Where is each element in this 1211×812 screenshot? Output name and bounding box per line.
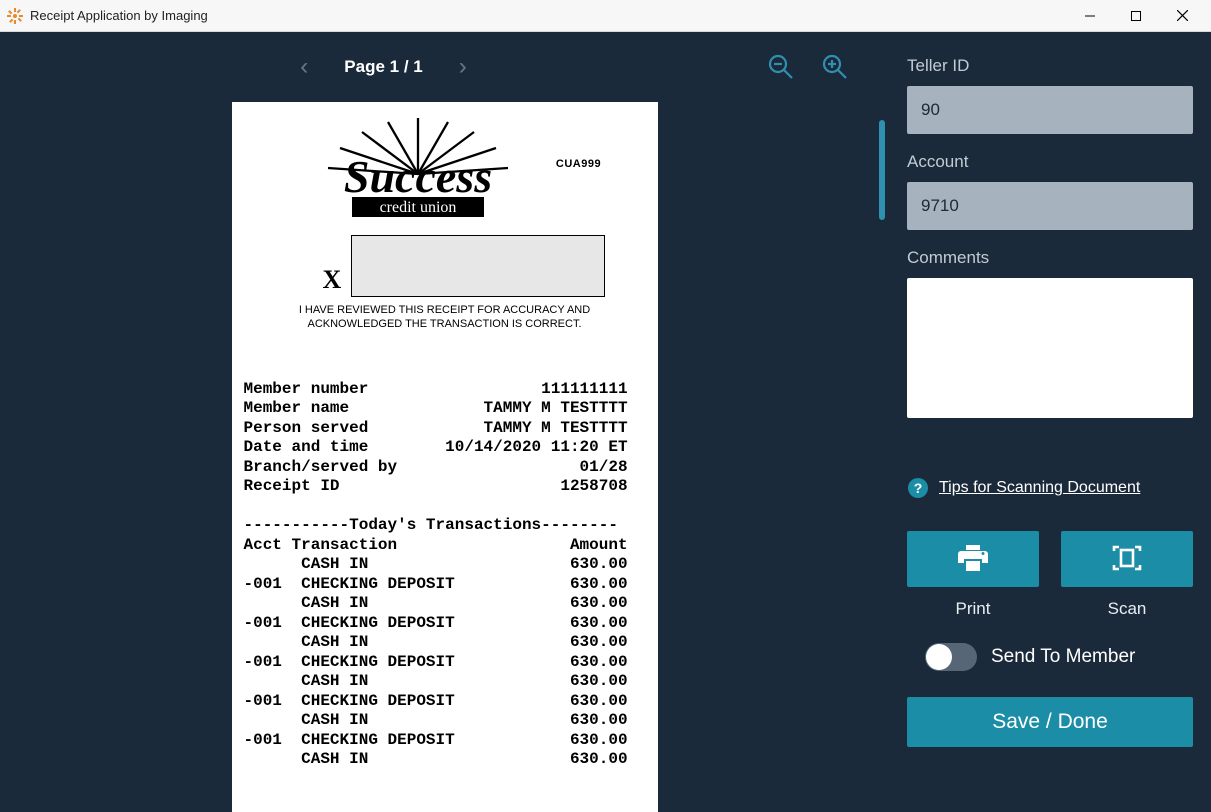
comments-input[interactable]	[907, 278, 1193, 418]
window-title: Receipt Application by Imaging	[30, 8, 1067, 23]
send-to-member-toggle[interactable]	[925, 643, 977, 671]
window-controls	[1067, 0, 1205, 32]
success-cu-logo: Success credit union	[288, 112, 548, 227]
maximize-button[interactable]	[1113, 0, 1159, 32]
scan-button[interactable]	[1061, 531, 1193, 587]
account-label: Account	[907, 152, 1193, 172]
print-label: Print	[956, 599, 991, 619]
titlebar: Receipt Application by Imaging	[0, 0, 1211, 32]
svg-text:?: ?	[914, 480, 923, 496]
close-button[interactable]	[1159, 0, 1205, 32]
ack-line-2: ACKNOWLEDGED THE TRANSACTION IS CORRECT.	[285, 317, 605, 331]
account-field[interactable]	[907, 182, 1193, 230]
send-to-member-label: Send To Member	[991, 646, 1135, 668]
svg-text:credit union: credit union	[379, 199, 456, 216]
receipt-body: Member number 111111111 Member name TAMM…	[244, 380, 646, 770]
teller-id-field[interactable]	[907, 86, 1193, 134]
save-done-button[interactable]: Save / Done	[907, 697, 1193, 747]
comments-label: Comments	[907, 248, 1193, 268]
svg-text:Success: Success	[344, 151, 492, 202]
ack-line-1: I HAVE REVIEWED THIS RECEIPT FOR ACCURAC…	[285, 303, 605, 317]
pager: ‹ Page 1 / 1 ›	[0, 47, 767, 87]
next-page-button[interactable]: ›	[449, 47, 477, 87]
scan-label: Scan	[1108, 599, 1147, 619]
minimize-button[interactable]	[1067, 0, 1113, 32]
teller-id-label: Teller ID	[907, 56, 1193, 76]
printer-icon	[958, 545, 988, 574]
side-panel: Teller ID Account Comments ? Tips for Sc…	[889, 32, 1211, 812]
scan-icon	[1112, 545, 1142, 574]
document-viewer: ‹ Page 1 / 1 ›	[0, 32, 889, 812]
scrollbar-thumb[interactable]	[879, 120, 885, 220]
cua-code: CUA999	[556, 158, 601, 170]
signature-box	[351, 235, 604, 297]
zoom-out-button[interactable]	[767, 53, 795, 81]
app-icon	[6, 7, 24, 25]
viewer-toolbar: ‹ Page 1 / 1 ›	[0, 32, 889, 102]
prev-page-button[interactable]: ‹	[290, 47, 318, 87]
receipt-page: Success credit union CUA999 X I HAVE REV…	[232, 102, 658, 812]
print-button[interactable]	[907, 531, 1039, 587]
zoom-in-button[interactable]	[821, 53, 849, 81]
help-icon: ?	[907, 477, 929, 499]
viewer-scroll[interactable]: Success credit union CUA999 X I HAVE REV…	[0, 102, 889, 812]
page-indicator: Page 1 / 1	[344, 57, 422, 77]
acknowledgement-text: I HAVE REVIEWED THIS RECEIPT FOR ACCURAC…	[285, 303, 605, 332]
tips-link[interactable]: Tips for Scanning Document	[939, 479, 1140, 497]
signature-x: X	[285, 265, 346, 297]
